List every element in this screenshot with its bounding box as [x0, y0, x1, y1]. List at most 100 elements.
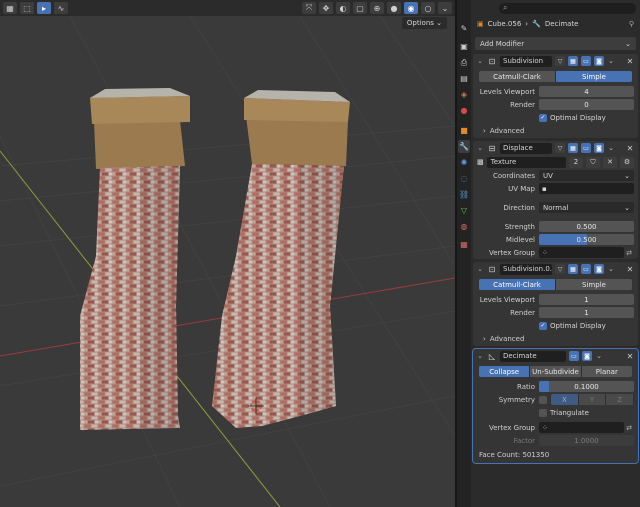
coordinates-select[interactable]: UV ⌄: [539, 170, 634, 181]
mode-collapse[interactable]: Collapse: [479, 366, 531, 377]
edit-mode-toggle-icon[interactable]: ▽: [555, 143, 565, 153]
viewport-toggle-icon[interactable]: ▭: [569, 351, 579, 361]
direction-select[interactable]: Normal ⌄: [539, 202, 634, 213]
symmetry-axis-z[interactable]: Z: [606, 394, 634, 405]
pin-icon[interactable]: ⚲: [629, 20, 634, 28]
vertex-group-field[interactable]: ⁘: [539, 247, 624, 258]
xray-icon[interactable]: ▢: [353, 2, 367, 14]
levels-viewport-field[interactable]: 4: [539, 86, 634, 97]
modifier-name-field[interactable]: Subdivision: [500, 55, 552, 67]
output-tab-icon[interactable]: ⎙: [458, 56, 470, 69]
remove-modifier-icon[interactable]: ✕: [625, 265, 635, 274]
shading-wire-icon[interactable]: ⊕: [370, 2, 384, 14]
curve-icon[interactable]: ∿: [54, 2, 68, 14]
optimal-display-checkbox[interactable]: ✓: [539, 321, 547, 330]
viewport-toggle-icon[interactable]: ▭: [581, 264, 591, 274]
view-menu-icon[interactable]: ⤧: [302, 2, 316, 14]
remove-modifier-icon[interactable]: ✕: [625, 352, 635, 361]
scene-tab-icon[interactable]: ◈: [458, 88, 470, 101]
modifier-name-field[interactable]: Displace: [500, 142, 552, 154]
mode-simple[interactable]: Simple: [556, 71, 632, 82]
uv-map-field[interactable]: ▪: [539, 183, 634, 194]
material-tab-icon[interactable]: ◍: [458, 220, 470, 233]
shading-material-icon[interactable]: ◉: [404, 2, 418, 14]
symmetry-checkbox[interactable]: [539, 395, 547, 404]
cage-toggle-icon[interactable]: ▦: [568, 56, 578, 66]
view-layer-tab-icon[interactable]: ▤: [458, 72, 470, 85]
collapse-chevron-icon[interactable]: ⌄: [476, 144, 484, 152]
symmetry-axis-x[interactable]: X: [551, 394, 579, 405]
particles-tab-icon[interactable]: ✺: [458, 156, 470, 169]
cage-toggle-icon[interactable]: ▦: [568, 143, 578, 153]
texture-tab-icon[interactable]: ▦: [458, 238, 470, 251]
strength-field[interactable]: 0.500: [539, 221, 634, 232]
modifier-menu-icon[interactable]: ⌄: [607, 57, 615, 65]
mode-catmull-clark[interactable]: Catmull-Clark: [479, 279, 556, 290]
render-toggle-icon[interactable]: ◙: [594, 264, 604, 274]
texture-name-field[interactable]: Texture: [486, 156, 566, 168]
remove-modifier-icon[interactable]: ✕: [625, 144, 635, 153]
fake-user-shield-icon[interactable]: ⛉: [586, 156, 600, 168]
render-toggle-icon[interactable]: ◙: [594, 56, 604, 66]
chevron-down-icon: ⌄: [625, 39, 631, 48]
texture-menu-icon[interactable]: ⚙: [620, 156, 634, 168]
modifier-name-field[interactable]: Subdivision.0...: [500, 263, 552, 275]
world-tab-icon[interactable]: ●: [458, 104, 470, 117]
invert-vertex-group-icon[interactable]: ⇄: [624, 424, 634, 432]
collapse-chevron-icon[interactable]: ⌄: [476, 352, 484, 360]
render-levels-field[interactable]: 0: [539, 99, 634, 110]
collapse-chevron-icon[interactable]: ⌄: [476, 265, 484, 273]
editor-type-icon[interactable]: ▦: [3, 2, 17, 14]
constraints-tab-icon[interactable]: ⛓: [458, 188, 470, 201]
select-box-icon[interactable]: ▸: [37, 2, 51, 14]
shading-options-icon[interactable]: ⌄: [438, 2, 452, 14]
shading-solid-icon[interactable]: ●: [387, 2, 401, 14]
remove-modifier-icon[interactable]: ✕: [625, 57, 635, 66]
advanced-subpanel[interactable]: › Advanced: [473, 332, 638, 346]
viewport-toggle-icon[interactable]: ▭: [581, 56, 591, 66]
vertex-group-field[interactable]: ⁘: [539, 422, 624, 433]
advanced-subpanel[interactable]: › Advanced: [473, 124, 638, 138]
select-mode-icon[interactable]: ⬚: [20, 2, 34, 14]
edit-mode-toggle-icon[interactable]: ▽: [555, 56, 565, 66]
viewport-toggle-icon[interactable]: ▭: [581, 143, 591, 153]
object-tab-icon[interactable]: ■: [458, 124, 470, 137]
texture-users-count[interactable]: 2: [569, 156, 583, 168]
physics-tab-icon[interactable]: ◌: [458, 172, 470, 185]
checker-texture-icon[interactable]: ▩: [477, 158, 484, 166]
shading-rendered-icon[interactable]: ○: [421, 2, 435, 14]
modifier-menu-icon[interactable]: ⌄: [595, 352, 603, 360]
ratio-slider[interactable]: 0.1000: [539, 381, 634, 392]
edit-mode-toggle-icon[interactable]: ▽: [555, 264, 565, 274]
render-levels-field[interactable]: 1: [539, 307, 634, 318]
unlink-texture-icon[interactable]: ✕: [603, 156, 617, 168]
collapse-chevron-icon[interactable]: ⌄: [476, 57, 484, 65]
mode-catmull-clark[interactable]: Catmull-Clark: [479, 71, 556, 82]
data-tab-icon[interactable]: ▽: [458, 204, 470, 217]
mode-un-subdivide[interactable]: Un-Subdivide: [530, 366, 582, 377]
mode-planar[interactable]: Planar: [582, 366, 632, 377]
mode-simple[interactable]: Simple: [556, 279, 632, 290]
optimal-display-checkbox[interactable]: ✓: [539, 113, 547, 122]
overlay-icon[interactable]: ◐: [336, 2, 350, 14]
midlevel-slider[interactable]: 0.500: [539, 234, 634, 245]
tool-tab-icon[interactable]: ✎: [458, 22, 470, 35]
gizmo-icon[interactable]: ✥: [319, 2, 333, 14]
modifier-menu-icon[interactable]: ⌄: [607, 144, 615, 152]
modifier-name-field[interactable]: Decimate: [500, 350, 566, 362]
properties-search[interactable]: ⌕: [499, 2, 636, 14]
cage-toggle-icon[interactable]: ▦: [568, 264, 578, 274]
3d-viewport[interactable]: ▦ ⬚ ▸ ∿ ⤧ ✥ ◐ ▢ ⊕ ● ◉ ○ ⌄ Options ⌄: [0, 0, 455, 507]
subdivision-type-toggle: Catmull-Clark Simple: [479, 71, 632, 82]
levels-viewport-field[interactable]: 1: [539, 294, 634, 305]
render-toggle-icon[interactable]: ◙: [594, 143, 604, 153]
add-modifier-dropdown[interactable]: Add Modifier ⌄: [475, 37, 636, 50]
symmetry-axis-y[interactable]: Y: [578, 394, 607, 405]
modifier-panel-subdivision: ⌄ ⊡ Subdivision ▽ ▦ ▭ ◙ ⌄ ✕ Catmull-Clar…: [473, 54, 638, 138]
render-tab-icon[interactable]: ▣: [458, 40, 470, 53]
modifier-tab-icon[interactable]: 🔧: [458, 140, 470, 153]
render-toggle-icon[interactable]: ◙: [582, 351, 592, 361]
modifier-menu-icon[interactable]: ⌄: [607, 265, 615, 273]
triangulate-checkbox[interactable]: [539, 408, 547, 417]
invert-vertex-group-icon[interactable]: ⇄: [624, 249, 634, 257]
